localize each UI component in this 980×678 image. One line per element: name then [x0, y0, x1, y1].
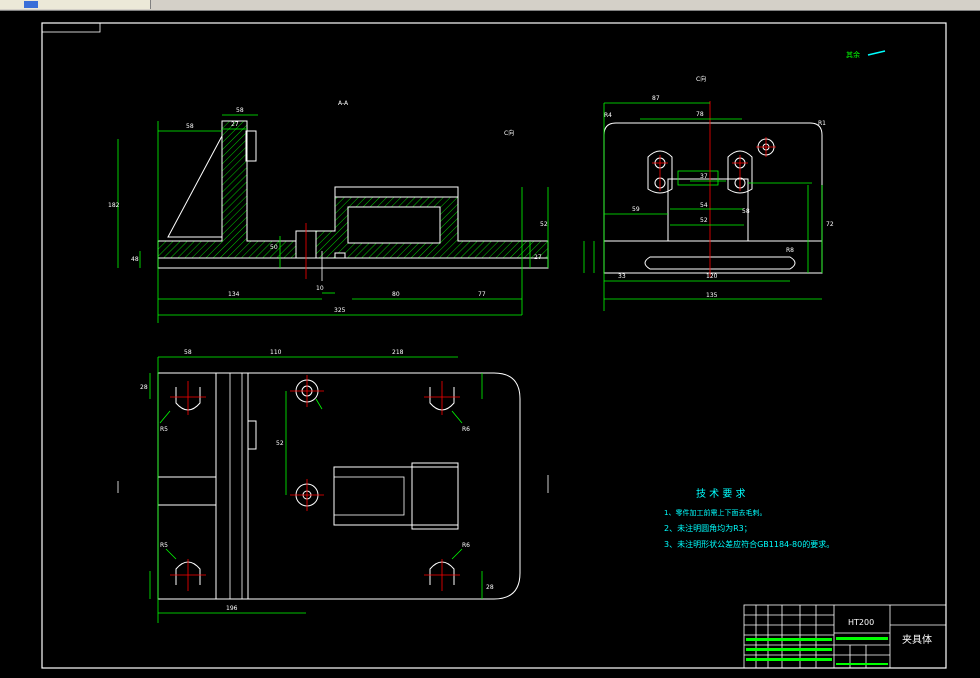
roughness-note: 其余	[846, 50, 860, 59]
dim-front-6: 50	[270, 244, 278, 251]
cad-canvas[interactable]: 其余 A-A C向 58 27 58 182 48 50 134 10 80 7…	[0, 11, 980, 678]
dim-front-4: 182	[108, 202, 120, 209]
dim-front-3: 58	[236, 107, 244, 114]
dim-side-9: 33	[618, 273, 626, 280]
top-view: 58 110 218 28 52 196 28 R5 R6 R5 R6	[117, 349, 549, 623]
side-slot	[644, 256, 796, 270]
dim-side-1: 87	[652, 95, 660, 102]
dim-side-10: 120	[706, 273, 718, 280]
front-rib	[167, 135, 223, 238]
part-name: 夹具体	[902, 633, 932, 646]
tech-item-2: 2、未注明圆角均为R3；	[664, 523, 752, 533]
top-outline	[157, 372, 521, 600]
dim-side-13: R1	[818, 120, 826, 127]
dim-side-4: 54	[700, 202, 708, 209]
dim-front-1: 58	[186, 123, 194, 130]
dim-top-5: 52	[276, 440, 284, 447]
view-label-c-front: C向	[504, 129, 514, 137]
dim-front-9: 80	[392, 291, 400, 298]
top-wall-inner	[229, 372, 243, 600]
dim-top-10: R5	[160, 542, 168, 549]
dim-top-3: 218	[392, 349, 404, 356]
document-icon	[24, 1, 38, 8]
dim-front-11: 325	[334, 307, 346, 314]
dim-top-6: 196	[226, 605, 238, 612]
tech-title: 技 术 要 求	[696, 487, 746, 500]
dim-front-12: 52	[540, 221, 548, 228]
dim-top-11: R6	[462, 542, 470, 549]
dim-side-2: 78	[696, 111, 704, 118]
dim-top-8: R5	[160, 426, 168, 433]
dim-side-3: 37	[700, 173, 708, 180]
top-wall	[215, 372, 249, 600]
dim-top-4: 28	[140, 384, 148, 391]
dim-front-7: 134	[228, 291, 240, 298]
dim-top-1: 58	[184, 349, 192, 356]
dim-top-7: 28	[486, 584, 494, 591]
view-label-c-side: C向	[696, 75, 706, 83]
dim-front-8: 10	[316, 285, 324, 292]
side-centerlines	[652, 101, 776, 277]
sheet-corner-box	[41, 22, 101, 33]
side-view: C向 87 78 37 54 52 59 58 72 33 120 135 R8…	[583, 75, 834, 311]
section-label-a: A-A	[338, 100, 349, 107]
side-outline	[603, 122, 823, 242]
dim-front-10: 77	[478, 291, 486, 298]
window-titlebar	[0, 0, 980, 11]
dim-side-14: R4	[604, 112, 612, 119]
front-section-view: A-A C向 58 27 58 182 48 50 134 10 80 77 3…	[108, 100, 549, 323]
roughness-symbol	[867, 50, 886, 56]
dim-front-5: 48	[131, 256, 139, 263]
dim-top-2: 110	[270, 349, 282, 356]
dim-side-5: 52	[700, 217, 708, 224]
dim-side-6: 59	[632, 206, 640, 213]
front-cavity	[347, 206, 441, 244]
front-base	[157, 257, 549, 269]
top-block-inner	[333, 476, 405, 516]
dim-front-13: 27	[534, 254, 542, 261]
tech-item-1: 1、零件加工前需上下面去毛刺。	[664, 508, 766, 517]
tech-item-3: 3、未注明形状公差应符合GB1184-80的要求。	[664, 539, 834, 549]
top-centerlines	[170, 375, 460, 591]
dim-side-8: 72	[826, 221, 834, 228]
dim-side-12: R8	[786, 247, 794, 254]
dim-front-2: 27	[231, 121, 239, 128]
sheet-border	[41, 22, 947, 669]
side-channel	[677, 170, 719, 186]
dim-side-11: 135	[706, 292, 718, 299]
front-top-step	[334, 186, 459, 198]
tech-requirements: 技 术 要 求 1、零件加工前需上下面去毛刺。 2、未注明圆角均为R3； 3、未…	[664, 487, 834, 549]
top-notch	[247, 420, 257, 450]
side-block	[667, 178, 749, 242]
material-label: HT200	[848, 618, 874, 627]
top-block-end	[411, 462, 459, 530]
dim-side-7: 58	[742, 208, 750, 215]
dim-top-9: R6	[462, 426, 470, 433]
title-block-fills	[746, 637, 888, 665]
document-tab[interactable]	[0, 0, 151, 9]
top-block	[333, 466, 459, 526]
